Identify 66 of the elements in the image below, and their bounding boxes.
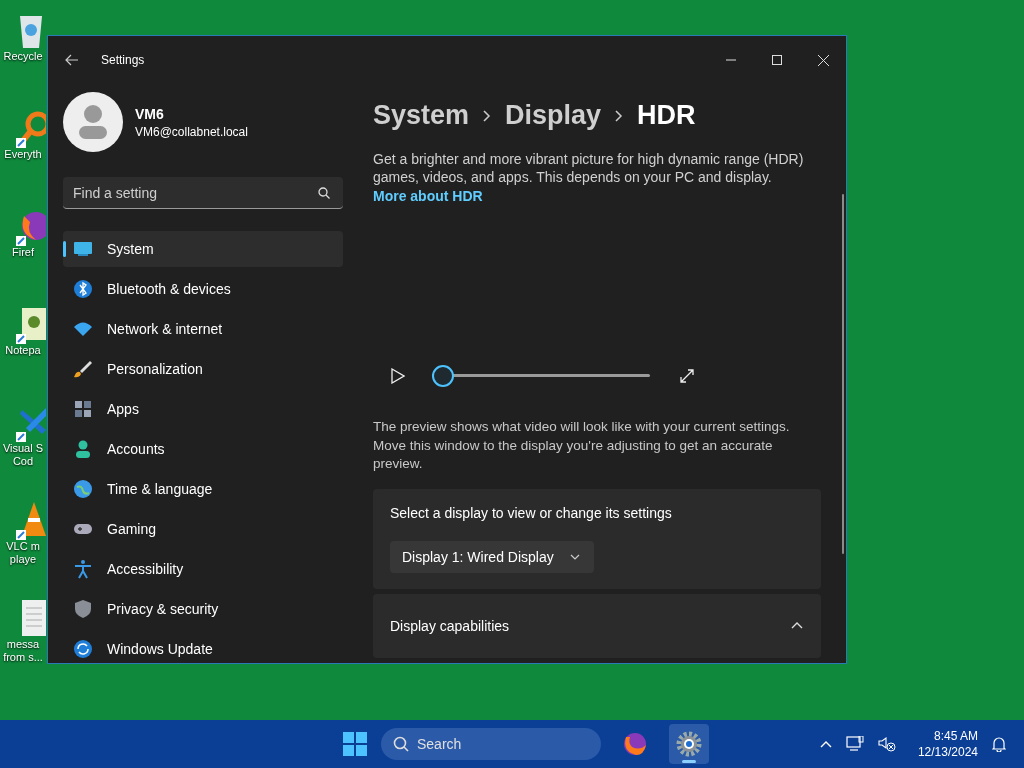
hdr-description: Get a brighter and more vibrant picture for high dynamic range (HDR) games, videos, and apps. This depends on your PC and display. More about HDR	[373, 149, 805, 206]
desktop-icon-label: Firef	[11, 246, 35, 259]
taskbar-search[interactable]: Search	[381, 728, 601, 760]
accessibility-icon	[73, 559, 93, 579]
clock-date[interactable]: 12/13/2024	[917, 744, 978, 760]
chevron-right-icon	[615, 109, 624, 122]
desktop-icon-label: Recycle	[2, 50, 44, 63]
breadcrumb-item: HDR	[637, 100, 696, 132]
chevron-up-icon[interactable]	[819, 740, 832, 748]
taskbar-app[interactable]	[669, 724, 709, 764]
nav-item[interactable]: Time & language	[63, 471, 343, 507]
nav-item[interactable]: System	[63, 231, 343, 267]
breadcrumb-item[interactable]: Display	[505, 100, 602, 132]
display-dropdown[interactable]: Display 1: Wired Display	[390, 540, 594, 573]
window-title: Settings	[101, 53, 145, 67]
account-name: VM6	[135, 105, 165, 122]
avatar-icon	[63, 92, 123, 152]
nav-item[interactable]: Windows Update	[63, 631, 343, 663]
nav-item[interactable]: Network & internet	[63, 311, 343, 347]
clock-time[interactable]: 8:45 AM	[917, 728, 978, 744]
display-select-label: Select a display to view or change its settings	[390, 504, 673, 521]
search-icon	[318, 187, 330, 199]
capabilities-title: Display capabilities	[390, 617, 510, 634]
nav-item[interactable]: Accounts	[63, 431, 343, 467]
start-icon[interactable]	[343, 732, 367, 756]
gear-icon	[676, 731, 702, 757]
nav-item[interactable]: Bluetooth & devices	[63, 271, 343, 307]
desktop-icon-label: Visual S Cod	[1, 442, 45, 468]
preview-note: The preview shows what video will look like with your current settings. Move this window to the display you're adjusting to get an accurate preview.	[373, 418, 791, 474]
apps-grid-icon	[73, 399, 93, 419]
desktop-icon-label: Everyth	[3, 148, 43, 161]
traffic-cone-icon[interactable]	[14, 500, 46, 540]
slider-thumb[interactable]	[432, 365, 454, 387]
speaker-muted-icon[interactable]	[877, 736, 896, 752]
account-email: VM6@collabnet.local	[135, 124, 248, 139]
search-icon	[393, 736, 409, 752]
bell-icon[interactable]	[992, 736, 1006, 752]
close-icon[interactable]	[818, 54, 829, 66]
chevron-right-icon	[483, 109, 492, 122]
globe-icon	[73, 479, 93, 499]
nav-item[interactable]: Privacy & security	[63, 591, 343, 627]
desktop-icon-label: Notepa	[4, 344, 42, 357]
video-progress-slider[interactable]	[432, 365, 650, 387]
refresh-icon	[73, 639, 93, 659]
shield-icon	[73, 599, 93, 619]
desktop-icon-label: VLC m playe	[5, 540, 41, 566]
person-icon	[73, 439, 93, 459]
nav-item[interactable]: Gaming	[63, 511, 343, 547]
desktop-icon-label: messa from s...	[2, 638, 44, 664]
monitor-icon	[73, 239, 93, 259]
chevron-down-icon	[569, 553, 580, 560]
back-arrow-icon[interactable]	[65, 54, 79, 66]
search-field[interactable]: Find a setting	[63, 177, 343, 209]
more-about-hdr-link[interactable]: More about HDR	[373, 187, 483, 204]
breadcrumb-item[interactable]: System	[373, 100, 470, 132]
bluetooth-icon	[73, 279, 93, 299]
nav-item[interactable]: Apps	[63, 391, 343, 427]
nav-item[interactable]: Accessibility	[63, 551, 343, 587]
network-monitor-icon[interactable]	[845, 736, 864, 752]
play-icon[interactable]	[391, 368, 405, 384]
display-capabilities-header[interactable]: Display capabilities	[373, 593, 821, 658]
expand-icon[interactable]	[680, 369, 694, 383]
brush-icon	[73, 359, 93, 379]
maximize-icon[interactable]	[772, 55, 782, 65]
nav-item[interactable]: Personalization	[63, 351, 343, 387]
fox-globe-icon	[622, 731, 648, 757]
